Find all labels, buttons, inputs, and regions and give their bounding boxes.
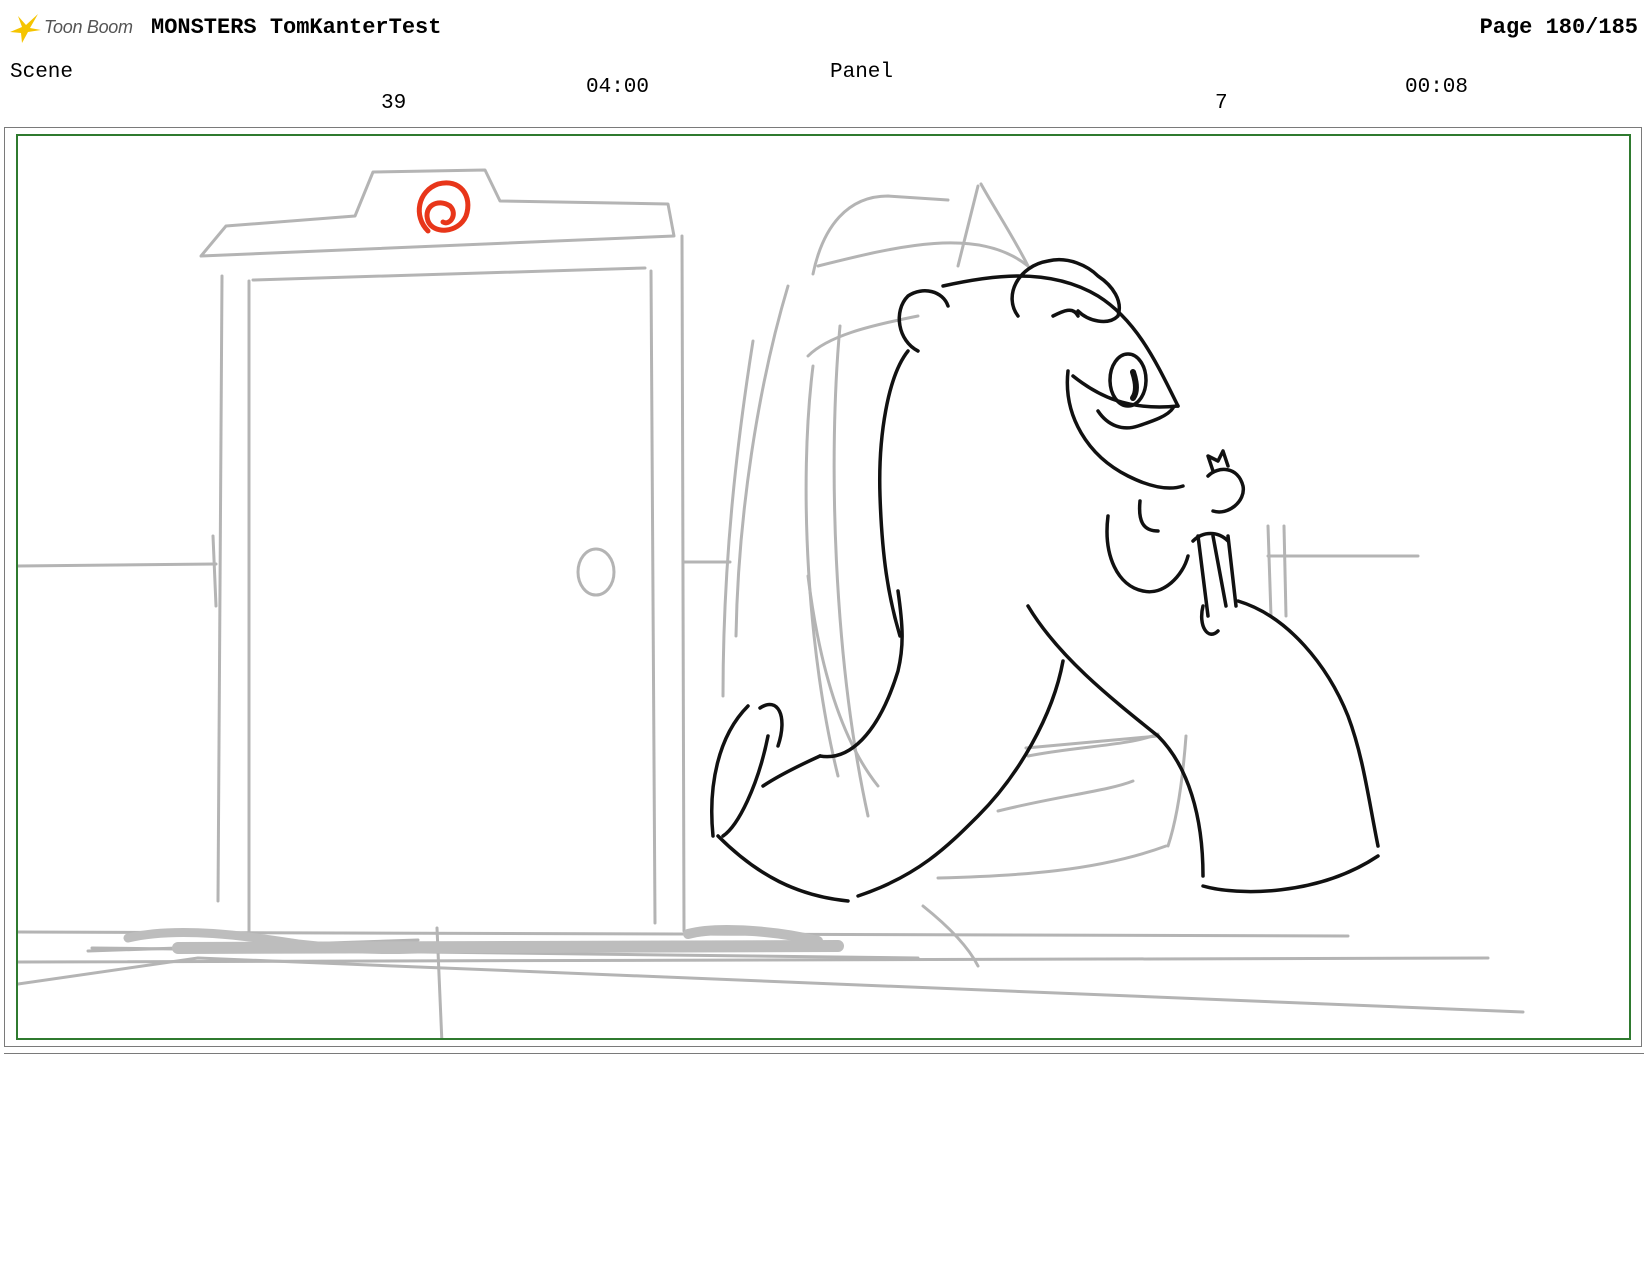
scene-duration: 04:00 (586, 76, 650, 99)
sketch-drawing (18, 168, 1525, 1038)
scene-label: Scene (10, 61, 74, 84)
project-title: MONSTERS TomKanterTest (151, 15, 442, 40)
character-sketch (710, 258, 1380, 903)
panel-label: Panel (830, 61, 894, 84)
page-number: Page 180/185 (1479, 15, 1638, 40)
bottom-divider (4, 1053, 1644, 1054)
logo-text: Toon Boom (44, 17, 133, 37)
panel-duration: 00:08 (1405, 76, 1469, 99)
red-logo-mark (416, 180, 471, 234)
scene-number: 39 (381, 92, 407, 115)
toon-boom-logo: Toon Boom (8, 10, 136, 44)
background-sketch (18, 168, 1525, 1038)
star-burst-icon (10, 14, 41, 43)
storyboard-panel (16, 134, 1631, 1040)
panel-number: 7 (1215, 92, 1228, 115)
